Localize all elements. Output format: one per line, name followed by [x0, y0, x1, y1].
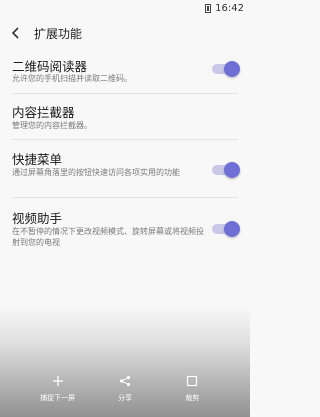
crop-icon — [186, 372, 198, 390]
setting-content-blocker[interactable]: 内容拦截器 管理您的内容拦截器。 — [0, 102, 250, 134]
share-icon — [119, 372, 131, 390]
divider — [12, 93, 238, 94]
capture-next-label: 捕捉下一屏 — [40, 393, 76, 402]
setting-title: 快捷菜单 — [12, 152, 63, 167]
setting-desc: 在不暂停的情况下更改视频模式、旋转屏幕或将视频投射到您的电视 — [12, 227, 204, 247]
setting-title: 内容拦截器 — [12, 105, 75, 120]
setting-desc: 允许您的手机扫描并读取二维码。 — [12, 74, 132, 83]
battery-icon — [205, 3, 212, 13]
page-title: 扩展功能 — [34, 26, 83, 41]
setting-video-assistant[interactable]: 视频助手 在不暂停的情况下更改视频模式、旋转屏幕或将视频投射到您的电视 — [0, 208, 250, 252]
toggle-knob — [224, 162, 240, 178]
setting-title: 视频助手 — [12, 211, 63, 226]
status-time: 16:42 — [215, 2, 244, 14]
setting-quick-menu[interactable]: 快捷菜单 通过屏幕角落里的按钮快速访问各项实用的功能 — [0, 149, 250, 193]
quick-menu-toggle[interactable] — [212, 162, 240, 178]
divider — [12, 139, 238, 140]
setting-desc: 管理您的内容拦截器。 — [12, 121, 92, 130]
app-bar: 扩展功能 — [0, 16, 250, 50]
video-assistant-toggle[interactable] — [212, 221, 240, 237]
setting-desc: 通过屏幕角落里的按钮快速访问各项实用的功能 — [12, 168, 180, 177]
back-button[interactable] — [0, 16, 32, 50]
status-bar: 16:42 — [0, 0, 250, 16]
crop-label: 裁剪 — [185, 393, 200, 402]
back-arrow-icon — [11, 27, 19, 39]
share-label: 分享 — [117, 393, 132, 402]
capture-next-button[interactable]: 捕捉下一屏 — [28, 372, 88, 403]
crop-button[interactable]: 裁剪 — [162, 372, 222, 403]
divider — [12, 197, 238, 198]
toggle-knob — [224, 221, 240, 237]
qr-reader-toggle[interactable] — [212, 61, 240, 77]
setting-qr-reader[interactable]: 二维码阅读器 允许您的手机扫描并读取二维码。 — [0, 54, 250, 88]
plus-icon — [52, 372, 64, 390]
screenshot-toolbar: 捕捉下一屏 分享 裁剪 — [0, 357, 250, 417]
toggle-knob — [224, 61, 240, 77]
share-button[interactable]: 分享 — [95, 372, 155, 403]
